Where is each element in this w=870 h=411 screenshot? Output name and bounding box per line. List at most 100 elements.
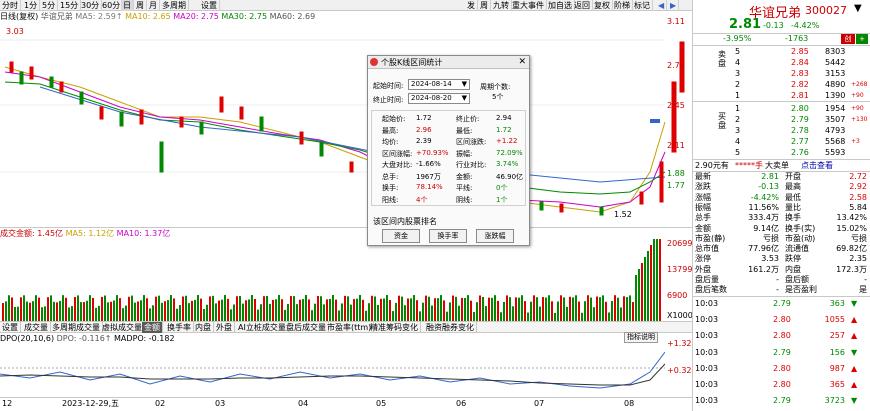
buy-level-row[interactable]: 5 2.76 5593: [693, 147, 870, 158]
volume-bar: [386, 295, 388, 321]
stat-label: 盘后额: [785, 275, 809, 284]
tab-indicator-settings[interactable]: 设置: [0, 322, 21, 333]
tab-outer[interactable]: 外盘: [214, 322, 235, 333]
volume-bar: [146, 298, 148, 321]
volume-bar: [347, 296, 349, 321]
volume-bar: [398, 295, 400, 321]
prev-icon[interactable]: ◀: [656, 0, 668, 11]
volume-bar: [47, 297, 49, 321]
stat-label: 涨幅: [695, 192, 711, 202]
tab-turnover[interactable]: 换手率: [165, 322, 194, 333]
tab-15min[interactable]: 15分: [58, 0, 82, 11]
major-events-button[interactable]: 重大事件: [510, 0, 547, 11]
board-badge: 创: [841, 34, 855, 44]
back-button[interactable]: 返回: [572, 0, 593, 11]
big-order-bar[interactable]: 2.90元有 *****手 大卖单 点击查看: [693, 160, 870, 171]
tab-day[interactable]: 日: [121, 0, 134, 11]
multi-period-button[interactable]: 多周期: [160, 0, 189, 11]
dialog-title: 个股K线区间统计: [381, 58, 443, 67]
volume-bars: [2, 239, 661, 321]
end-date-select[interactable]: 2024-08-20 ▼: [408, 93, 470, 104]
buy-level-row[interactable]: 2 2.79 3507 +130: [693, 114, 870, 125]
volume-bar: [272, 299, 274, 321]
buy-level-row[interactable]: 1 2.80 1954 +90: [693, 103, 870, 114]
view-big-orders-link[interactable]: 点击查看: [801, 160, 833, 171]
tick-volume: 1055: [824, 315, 845, 325]
rank-by-change-button[interactable]: 涨跌幅: [476, 229, 514, 243]
quote-panel: 华谊兄弟 300027 ▼ 2.81 -0.13 -4.42% -3.95% -…: [692, 0, 870, 411]
next-icon[interactable]: ▶: [668, 0, 680, 11]
level-number: 5: [735, 47, 741, 56]
stat-value: -: [864, 275, 867, 284]
rank-by-turnover-button[interactable]: 换手率: [429, 229, 467, 243]
fa-button[interactable]: 发: [465, 0, 478, 11]
settings-button[interactable]: 设置: [199, 0, 220, 11]
expand-icon[interactable]: +: [856, 34, 868, 44]
level-number: 2: [735, 80, 741, 89]
tab-amount[interactable]: 金额: [142, 322, 163, 333]
mark-button[interactable]: 标记: [632, 0, 653, 11]
level-delta: +3: [851, 138, 860, 145]
tab-30min[interactable]: 30分: [79, 0, 103, 11]
rank-by-capital-button[interactable]: 资金: [382, 229, 420, 243]
buy-level-row[interactable]: 4 2.77 5568 +3: [693, 136, 870, 147]
tab-margin[interactable]: 融资融券变化: [424, 322, 477, 333]
indicator-help-button[interactable]: 指标说明: [624, 332, 658, 343]
tab-after-hours[interactable]: 盘后成交量: [284, 322, 329, 333]
level-volume: 3507: [825, 115, 846, 124]
tab-fenshi[interactable]: 分时: [0, 0, 21, 11]
tab-1min[interactable]: 1分: [22, 0, 41, 11]
tab-60min[interactable]: 60分: [100, 0, 124, 11]
volume-bar: [479, 295, 481, 321]
volume-bar: [257, 309, 259, 321]
volume-bar: [128, 296, 130, 321]
volume-bar: [224, 295, 226, 321]
tab-chips[interactable]: 精准筹码变化: [368, 322, 421, 333]
tab-volume[interactable]: 成交量: [22, 322, 51, 333]
level-delta: +130: [851, 116, 868, 123]
sell-level-row[interactable]: 1 2.81 1390 +90: [693, 90, 870, 101]
ladder-button[interactable]: 阶梯: [612, 0, 633, 11]
tab-inner[interactable]: 内盘: [193, 322, 214, 333]
tab-multi-volume[interactable]: 多周期成交量: [50, 322, 103, 333]
volume-bar: [575, 295, 577, 321]
stat-value: 72.09%: [496, 148, 523, 157]
volume-bar: [419, 311, 421, 321]
tab-month[interactable]: 月: [147, 0, 160, 11]
dialog-titlebar[interactable]: 个股K线区间统计 ✕: [368, 56, 529, 69]
stat-label: 金额: [695, 223, 711, 233]
add-watchlist-button[interactable]: 加自选: [546, 0, 575, 11]
volume-bar: [455, 296, 457, 321]
volume-bar: [206, 304, 208, 321]
tab-pe-ttm[interactable]: 市盈率(ttm): [325, 322, 375, 333]
volume-bar: [605, 301, 607, 321]
start-date-select[interactable]: 2024-08-14 ▼: [408, 79, 470, 90]
tab-virtual-volume[interactable]: 虚拟成交量: [100, 322, 145, 333]
level-price: 2.79: [791, 115, 809, 124]
tab-ai-volume[interactable]: AI立桩成交量: [236, 322, 289, 333]
level-volume: 8303: [825, 47, 846, 56]
volume-bar: [350, 304, 352, 321]
high-price-annotation: 3.03: [6, 27, 24, 36]
sell-level-row[interactable]: 4 2.84 5442: [693, 57, 870, 68]
jiuzhuan-button[interactable]: 九转: [491, 0, 512, 11]
zhou-button[interactable]: 周: [478, 0, 491, 11]
restore-rights-button[interactable]: 复权: [592, 0, 613, 11]
dpo-legend: DPO(20,10,6) DPO: -0.116↑ MADPO: -0.182: [0, 334, 175, 344]
level-price: 2.76: [791, 148, 809, 157]
volume-bar: [38, 297, 40, 321]
tab-5min[interactable]: 5分: [40, 0, 59, 11]
buy-level-row[interactable]: 3 2.78 4793: [693, 125, 870, 136]
close-icon[interactable]: ✕: [518, 56, 526, 69]
dpo-axis-label: +1.32: [667, 339, 692, 348]
quote-stat-row: 涨幅 -4.42% 最低 2.58: [693, 193, 870, 203]
volume-bar: [611, 301, 613, 321]
dropdown-icon[interactable]: ▼: [854, 3, 862, 14]
kline-chart-area[interactable]: 日线(复权) 华谊兄弟 MA5: 2.59↑ MA10: 2.65 MA20: …: [0, 11, 697, 408]
sell-level-row[interactable]: 2 2.82 4890 +268: [693, 79, 870, 90]
sell-level-row[interactable]: 3 2.83 3153: [693, 68, 870, 79]
stat-label: 跌停: [785, 254, 801, 264]
tab-week[interactable]: 周: [134, 0, 147, 11]
sell-level-row[interactable]: 5 2.85 8303: [693, 46, 870, 57]
x-axis-label: 12: [2, 399, 13, 408]
